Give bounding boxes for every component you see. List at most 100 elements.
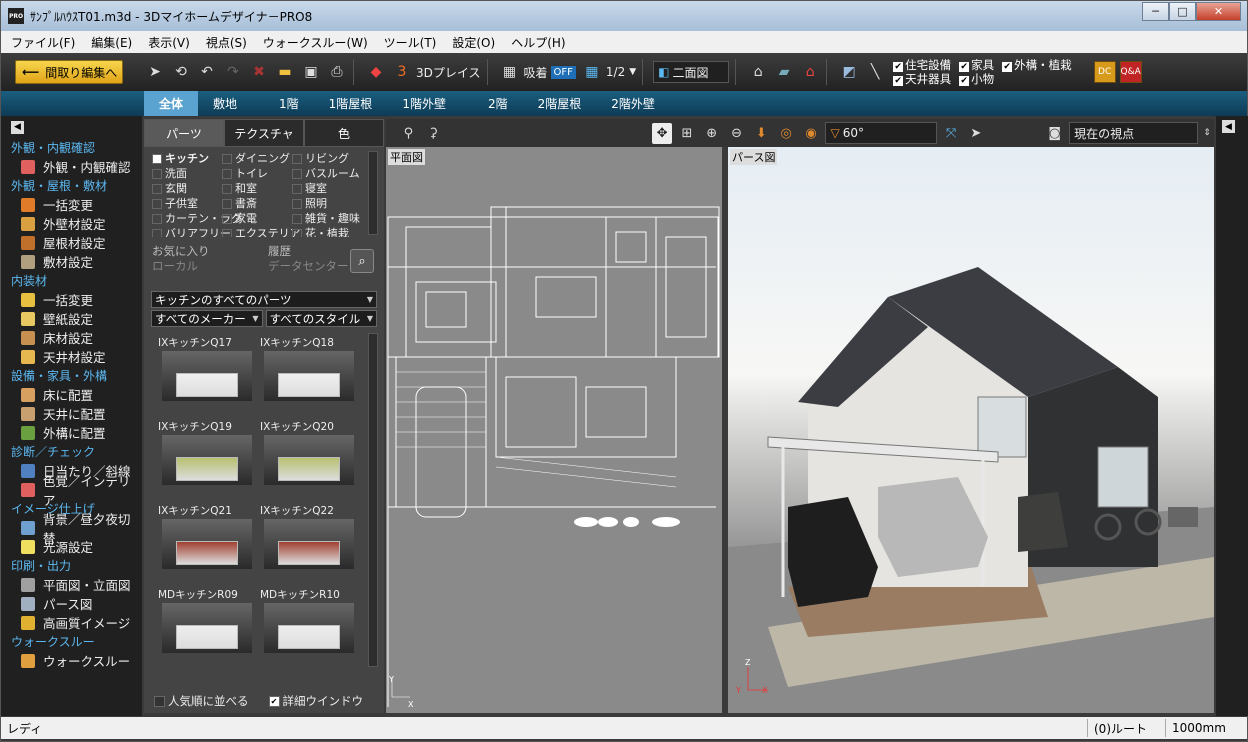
search-icon[interactable]: ⌕	[350, 249, 374, 273]
sidebar-item[interactable]: 色覚／インテリア	[1, 474, 142, 508]
tab-parts[interactable]: パーツ	[144, 119, 224, 147]
orbit-icon[interactable]: ◎	[776, 123, 797, 144]
category-item[interactable]: 書斎	[222, 196, 292, 211]
category-item[interactable]: 家電	[222, 211, 292, 226]
camera-icon[interactable]: ◙	[1044, 123, 1065, 144]
select-pointer-icon[interactable]: ➤	[965, 123, 986, 144]
catalog-icon[interactable]: ◆	[366, 62, 386, 82]
box-icon[interactable]: ▰	[774, 62, 794, 82]
category-item[interactable]: リビング	[292, 151, 362, 166]
part-item[interactable]: IXキッチンQ22	[260, 503, 362, 587]
look-icon[interactable]: ◉	[801, 123, 822, 144]
category-item[interactable]: 和室	[222, 181, 292, 196]
back-to-floorplan-button[interactable]: ⟵ 間取り編集へ	[15, 60, 123, 84]
check-furniture[interactable]: 家具	[959, 58, 994, 72]
sidebar-item[interactable]: 天井に配置	[1, 404, 142, 423]
part-item[interactable]: IXキッチンQ21	[158, 503, 260, 587]
check-ceiling-fixtures[interactable]: 天井器具	[893, 72, 951, 86]
menu-file[interactable]: ファイル(F)	[11, 34, 75, 51]
part-item[interactable]: IXキッチンQ19	[158, 419, 260, 503]
qa-button[interactable]: Q&A	[1119, 61, 1142, 83]
sidebar-item[interactable]: 平面図・立面図	[1, 575, 142, 594]
parts-icon[interactable]: ◩	[839, 62, 859, 82]
part-item[interactable]: IXキッチンQ17	[158, 335, 260, 419]
sidebar-item[interactable]: 外構に配置	[1, 423, 142, 442]
place-parts-icon[interactable]: ⚲	[398, 123, 419, 144]
tab-site[interactable]: 敷地	[198, 91, 252, 116]
snap-state[interactable]: OFF	[550, 65, 576, 79]
tab-color[interactable]: 色	[304, 119, 384, 147]
3d-place-icon[interactable]: 3	[392, 62, 412, 82]
zoom-window-icon[interactable]: ⊞	[676, 123, 697, 144]
delete-icon[interactable]: ✖	[249, 62, 269, 82]
sidebar-item[interactable]: 外壁材設定	[1, 214, 142, 233]
menu-view[interactable]: 表示(V)	[148, 34, 190, 51]
category-scrollbar[interactable]	[368, 151, 378, 235]
parts-scrollbar[interactable]	[368, 333, 378, 667]
tab-all[interactable]: 全体	[144, 91, 199, 116]
sidebar-item[interactable]: 一括変更	[1, 195, 142, 214]
menu-settings[interactable]: 設定(O)	[452, 34, 495, 51]
save-icon[interactable]: ▣	[301, 62, 321, 82]
maximize-button[interactable]: □	[1169, 2, 1196, 21]
category-item[interactable]: 雑貨・趣味	[292, 211, 362, 226]
category-item[interactable]: 子供室	[152, 196, 222, 211]
walk-icon[interactable]: ⬇	[751, 123, 772, 144]
house-color-icon[interactable]: ⌂	[800, 62, 820, 82]
tab-floor2[interactable]: 2階	[473, 91, 523, 116]
part-item[interactable]: MDキッチンR09	[158, 587, 260, 671]
undo-icon[interactable]: ↶	[197, 62, 217, 82]
pan-icon[interactable]: ✥	[651, 122, 673, 144]
maker-select[interactable]: すべてのメーカー	[151, 310, 263, 327]
detail-window-checkbox[interactable]: 詳細ウインドウ	[269, 693, 364, 709]
tab-floor1-wall[interactable]: 1階外壁	[387, 91, 461, 116]
sidebar-item[interactable]: ウォークスルー	[1, 651, 142, 670]
rotate-tool-icon[interactable]: ⟲	[171, 62, 191, 82]
category-item[interactable]: ダイニング	[222, 151, 292, 166]
tab-floor1-roof[interactable]: 1階屋根	[314, 91, 388, 116]
check-exterior-plants[interactable]: 外構・植栽	[1002, 58, 1072, 72]
view-angle-select[interactable]: ▽ 60°	[825, 122, 937, 144]
sidebar-item[interactable]: 壁紙設定	[1, 309, 142, 328]
category-item[interactable]: エクステリア	[222, 226, 301, 237]
plan-view[interactable]: 平面図 Y X	[386, 147, 722, 713]
sidebar-item[interactable]: 床材設定	[1, 328, 142, 347]
parts-filter-select[interactable]: キッチンのすべてのパーツ	[151, 291, 377, 308]
category-item[interactable]: バリアフリー	[152, 226, 231, 237]
grid-icon[interactable]: ▦	[500, 62, 520, 82]
fit-icon[interactable]: ⤧	[941, 123, 962, 144]
sidebar-item[interactable]: 床に配置	[1, 385, 142, 404]
menu-tools[interactable]: ツール(T)	[384, 34, 437, 51]
sidebar-item[interactable]: 一括変更	[1, 290, 142, 309]
part-item[interactable]: IXキッチンQ20	[260, 419, 362, 503]
history-label[interactable]: 履歴	[268, 243, 291, 259]
sidebar-item[interactable]: 天井材設定	[1, 347, 142, 366]
open-folder-icon[interactable]: ▬	[275, 62, 295, 82]
favorites-label[interactable]: お気に入り	[152, 243, 210, 259]
menu-walkthrough[interactable]: ウォークスルー(W)	[263, 34, 368, 51]
part-item[interactable]: MDキッチンR10	[260, 587, 362, 671]
tab-texture[interactable]: テクスチャ	[224, 119, 304, 147]
category-item[interactable]: 洗面	[152, 166, 222, 181]
3d-place-label[interactable]: 3Dプレイス	[416, 64, 481, 81]
redo-icon[interactable]: ↷	[223, 62, 243, 82]
menu-help[interactable]: ヘルプ(H)	[511, 34, 565, 51]
collapse-sidebar-button[interactable]: ◀	[11, 120, 24, 134]
house-icon[interactable]: ⌂	[748, 62, 768, 82]
snap-label[interactable]: 吸着	[524, 64, 548, 81]
check-small-items[interactable]: 小物	[959, 72, 994, 86]
zoom-out-icon[interactable]: ⊖	[726, 123, 747, 144]
part-item[interactable]: IXキッチンQ18	[260, 335, 362, 419]
zoom-in-icon[interactable]: ⊕	[701, 123, 722, 144]
chevron-down-icon[interactable]: ▼	[629, 67, 636, 77]
category-item[interactable]: バスルーム	[292, 166, 362, 181]
menu-viewpoint[interactable]: 視点(S)	[206, 34, 247, 51]
dc-button[interactable]: DC	[1093, 61, 1116, 83]
sort-popular-checkbox[interactable]: 人気順に並べる	[154, 693, 249, 709]
perspective-view[interactable]: パース図 Z Y X	[728, 147, 1214, 713]
place-multi-icon[interactable]: ⚳	[423, 123, 444, 144]
sidebar-item[interactable]: パース図	[1, 594, 142, 613]
category-item[interactable]: トイレ	[222, 166, 292, 181]
category-item[interactable]: 照明	[292, 196, 362, 211]
sidebar-item[interactable]: 背景／昼夕夜切替	[1, 512, 142, 546]
